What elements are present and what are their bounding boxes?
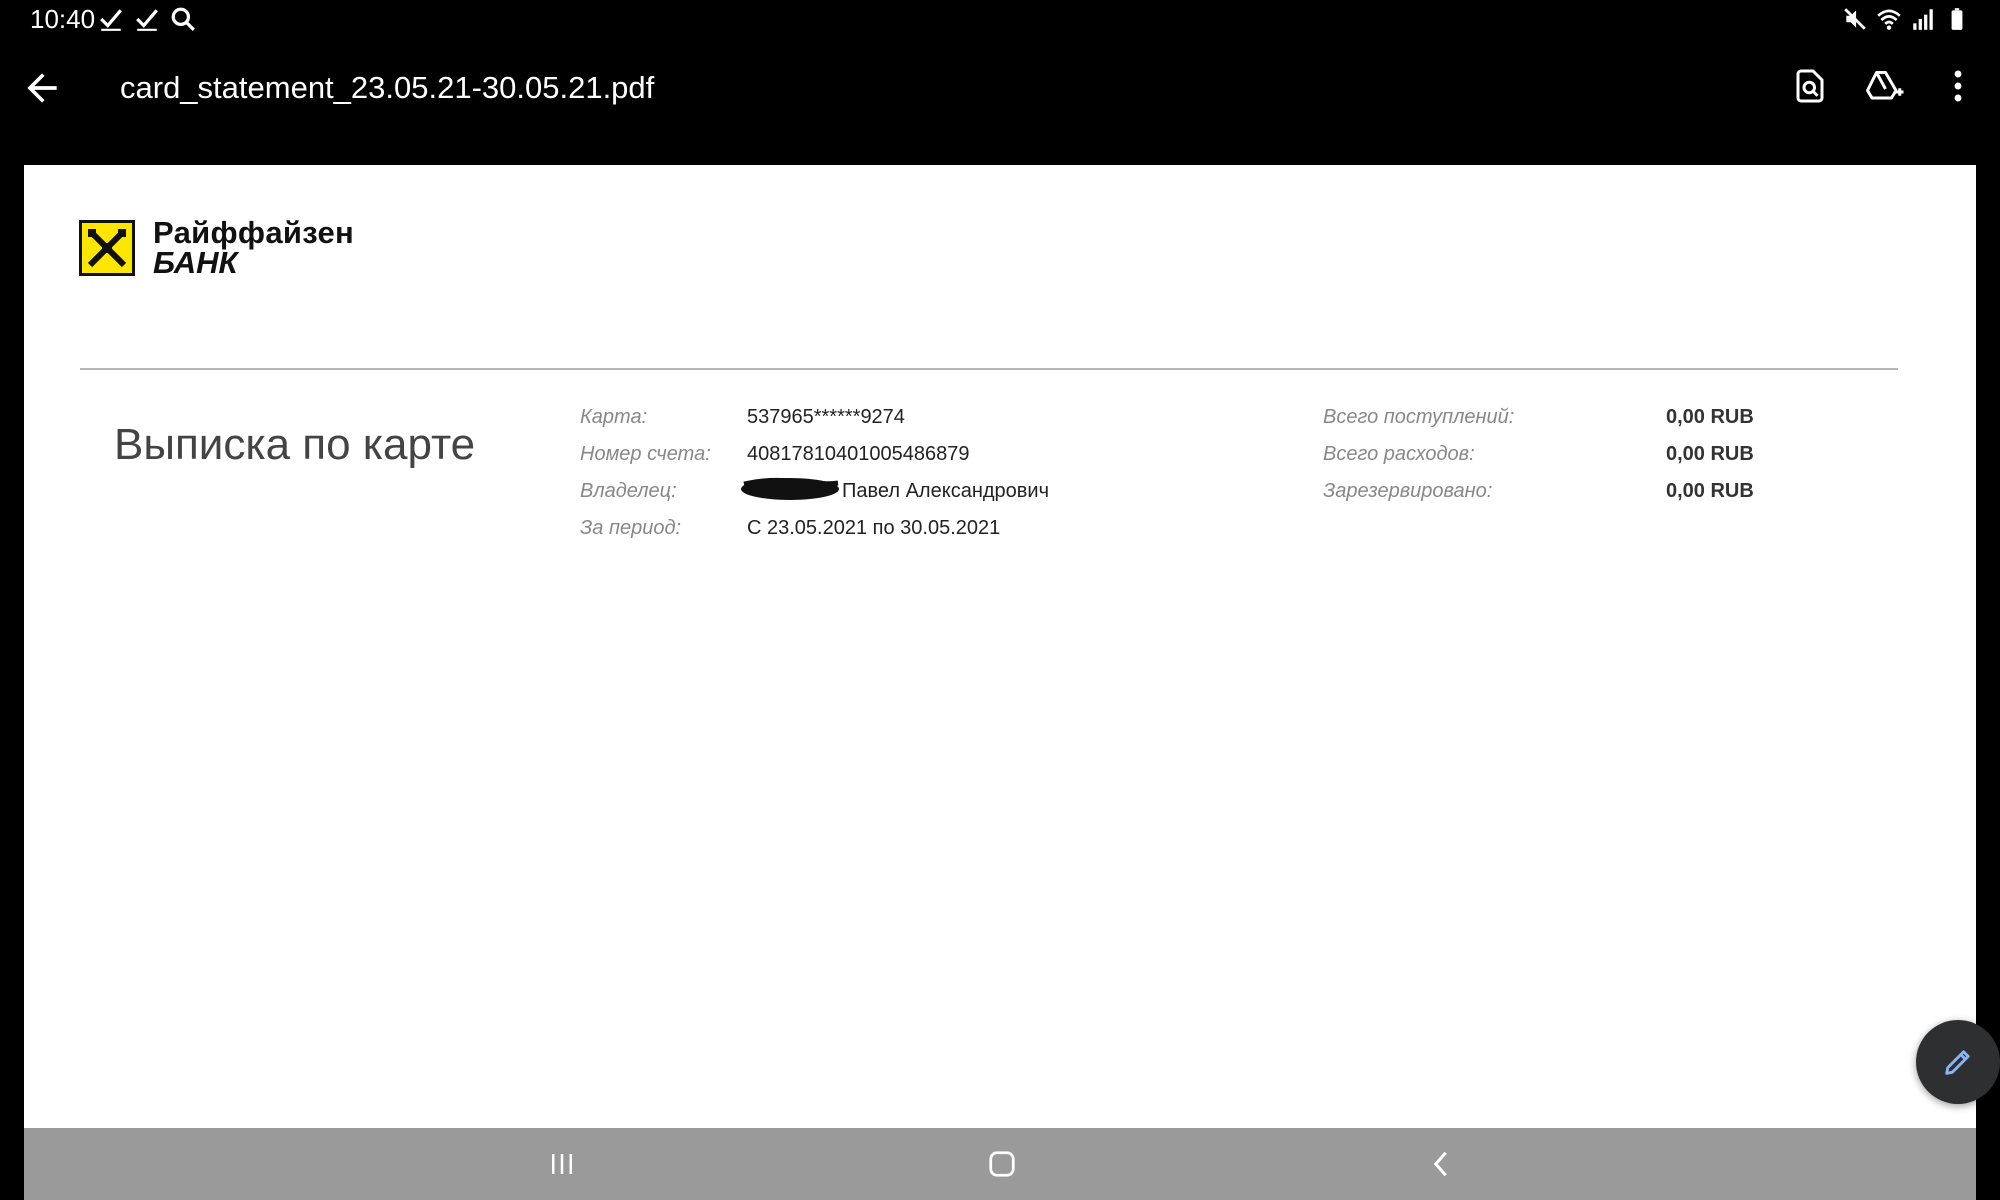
period-value: С 23.05.2021 по 30.05.2021 (747, 517, 1001, 539)
edit-pencil-icon (1945, 1050, 1970, 1075)
check-icon (136, 9, 158, 31)
nav-back-button[interactable] (1420, 1142, 1464, 1186)
system-navigation-bar (24, 1128, 1976, 1200)
bank-name-line1: Райффайзен (153, 215, 355, 250)
account-number-label: Номер счета: (580, 443, 711, 465)
find-in-document-button[interactable] (1788, 64, 1832, 108)
file-title: card_statement_23.05.21-30.05.21.pdf (120, 70, 655, 105)
app-bar: card_statement_23.05.21-30.05.21.pdf (0, 38, 2000, 164)
signal-icon (1913, 9, 1933, 30)
reserved-label: Зарезервировано: (1323, 480, 1493, 502)
total-expenses-value: 0,00 RUB (1666, 443, 1754, 465)
status-time: 10:40 (30, 4, 96, 34)
arrow-left-icon (27, 73, 57, 103)
check-icon (100, 9, 122, 31)
owner-value: Павел Александрович (842, 480, 1049, 502)
total-income-label: Всего поступлений: (1323, 406, 1515, 428)
total-expenses-label: Всего расходов: (1323, 443, 1475, 465)
edit-button[interactable] (1916, 1020, 2000, 1104)
mute-icon (1844, 8, 1866, 30)
pdf-page: Райффайзен БАНК Выписка по карте Карта: … (24, 165, 1976, 1128)
back-button[interactable] (20, 66, 64, 110)
home-icon (989, 1151, 1015, 1177)
more-options-icon (1954, 70, 1962, 102)
home-button[interactable] (980, 1142, 1024, 1186)
battery-icon (1951, 8, 1963, 30)
redaction-mark (741, 477, 839, 500)
header-divider (80, 368, 1898, 370)
more-options-button[interactable] (1936, 64, 1980, 108)
wifi-icon (1877, 9, 1901, 30)
back-icon (1433, 1151, 1447, 1177)
raiffeisen-logo-icon (79, 220, 135, 276)
find-in-document-icon (1796, 69, 1824, 103)
recent-apps-icon (552, 1154, 572, 1174)
recent-apps-button[interactable] (540, 1142, 584, 1186)
bank-logo: Райффайзен БАНК (79, 215, 355, 280)
card-value: 537965******9274 (747, 406, 905, 428)
reserved-value: 0,00 RUB (1666, 480, 1754, 502)
statement-title: Выписка по карте (114, 420, 476, 469)
total-income-value: 0,00 RUB (1666, 406, 1754, 428)
card-label: Карта: (580, 406, 648, 428)
add-to-drive-icon (1866, 71, 1904, 100)
account-number-value: 40817810401005486879 (747, 443, 970, 465)
period-label: За период: (580, 517, 682, 539)
status-bar: 10:40 (0, 0, 2000, 38)
bank-name-line2: БАНК (153, 245, 238, 280)
search-icon (171, 7, 195, 31)
add-to-drive-button[interactable] (1862, 64, 1906, 108)
owner-label: Владелец: (580, 480, 677, 502)
